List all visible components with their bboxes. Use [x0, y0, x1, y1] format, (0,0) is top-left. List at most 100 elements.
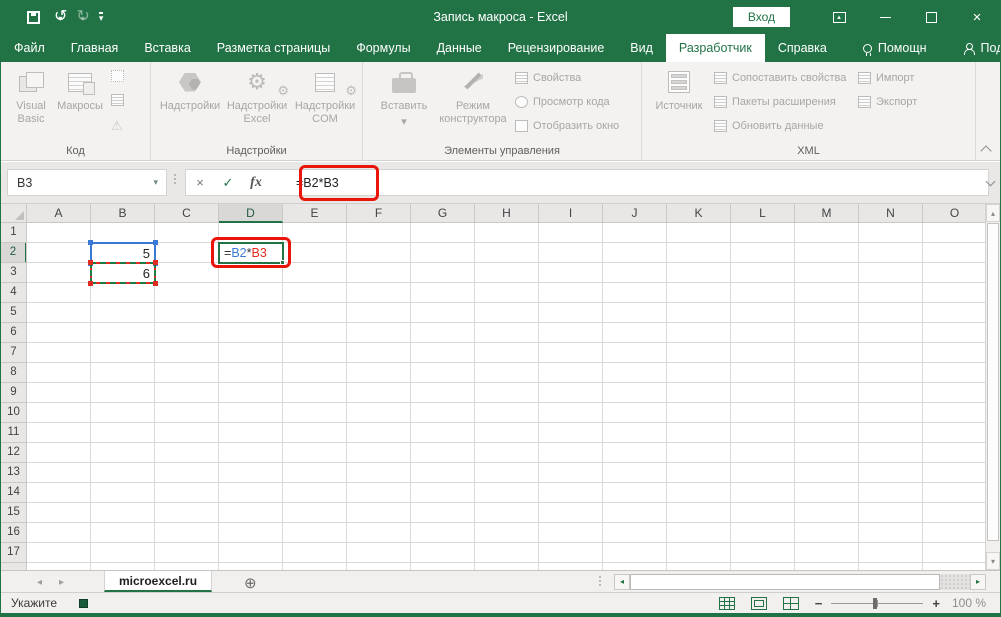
- row-header-16[interactable]: 16: [1, 523, 27, 543]
- next-sheet-icon[interactable]: ▸: [59, 571, 64, 593]
- tab-Вставка[interactable]: Вставка: [131, 34, 203, 62]
- name-box[interactable]: B3 ▾: [7, 169, 167, 196]
- addins-button[interactable]: Надстройки: [157, 67, 223, 113]
- column-header-B[interactable]: B: [91, 204, 155, 223]
- cell-b3-reference-outline[interactable]: 6: [90, 262, 156, 284]
- row-header-11[interactable]: 11: [1, 423, 27, 443]
- horizontal-scrollbar-track[interactable]: [940, 574, 970, 590]
- column-header-D[interactable]: D: [219, 204, 283, 223]
- page-break-view-icon[interactable]: [783, 597, 799, 610]
- customize-qat-icon[interactable]: ▾: [99, 12, 104, 22]
- zoom-slider[interactable]: [831, 603, 923, 604]
- visual-basic-button[interactable]: Visual Basic: [7, 67, 55, 126]
- column-header-G[interactable]: G: [411, 204, 475, 223]
- cancel-entry-icon[interactable]: ×: [186, 175, 214, 190]
- name-box-dropdown-icon[interactable]: ▾: [153, 177, 158, 188]
- row-header-14[interactable]: 14: [1, 483, 27, 503]
- insert-control-button[interactable]: Вставить ▾: [375, 67, 433, 129]
- row-header-1[interactable]: 1: [1, 223, 27, 243]
- column-header-F[interactable]: F: [347, 204, 411, 223]
- column-header-O[interactable]: O: [923, 204, 987, 223]
- export-button[interactable]: Экспорт: [858, 96, 917, 108]
- column-header-I[interactable]: I: [539, 204, 603, 223]
- excel-addins-button[interactable]: ⚙⚙ Надстройки Excel: [223, 67, 291, 126]
- ribbon-display-options-button[interactable]: ▴: [816, 0, 862, 34]
- vertical-scrollbar-thumb[interactable]: [987, 223, 999, 541]
- scroll-up-icon[interactable]: ▴: [986, 204, 1000, 222]
- minimize-button[interactable]: [862, 0, 908, 34]
- cells-area[interactable]: 5 6 =B2*B3: [27, 223, 987, 570]
- properties-button[interactable]: Свойства: [515, 72, 581, 84]
- tab-Поделиться[interactable]: Поделиться: [950, 34, 1001, 62]
- undo-button[interactable]: ↺▾: [54, 9, 62, 25]
- relative-references-button[interactable]: [111, 94, 124, 106]
- tab-Вид[interactable]: Вид: [617, 34, 666, 62]
- scroll-left-icon[interactable]: ◂: [614, 574, 630, 590]
- column-header-H[interactable]: H: [475, 204, 539, 223]
- zoom-out-icon[interactable]: −: [815, 596, 823, 611]
- confirm-entry-icon[interactable]: ✓: [214, 175, 242, 191]
- undo-dropdown-icon[interactable]: ▾: [58, 14, 62, 23]
- insert-function-icon[interactable]: fx: [242, 175, 270, 191]
- column-header-L[interactable]: L: [731, 204, 795, 223]
- tab-Данные[interactable]: Данные: [424, 34, 495, 62]
- row-header-17[interactable]: 17: [1, 543, 27, 563]
- view-code-button[interactable]: Просмотр кода: [515, 96, 610, 108]
- collapse-ribbon-icon[interactable]: [982, 144, 990, 152]
- row-header-5[interactable]: 5: [1, 303, 27, 323]
- zoom-in-icon[interactable]: +: [932, 596, 940, 611]
- column-header-A[interactable]: A: [27, 204, 91, 223]
- tab-Справка[interactable]: Справка: [765, 34, 840, 62]
- import-button[interactable]: Импорт: [858, 72, 914, 84]
- tab-Файл[interactable]: Файл: [1, 34, 58, 62]
- column-header-K[interactable]: K: [667, 204, 731, 223]
- vertical-scrollbar[interactable]: ▴ ▾: [985, 204, 1000, 570]
- com-addins-button[interactable]: ⚙ Надстройки COM: [291, 67, 359, 126]
- formula-input-area[interactable]: × ✓ fx =B2*B3: [185, 169, 989, 196]
- show-window-button[interactable]: Отобразить окно: [515, 120, 619, 132]
- horizontal-scrollbar[interactable]: ◂ ▸: [614, 574, 986, 590]
- row-header-3[interactable]: 3: [1, 263, 27, 283]
- row-header-6[interactable]: 6: [1, 323, 27, 343]
- column-header-M[interactable]: M: [795, 204, 859, 223]
- fill-handle[interactable]: [280, 260, 285, 265]
- row-header-2[interactable]: 2: [1, 243, 27, 263]
- tab-Главная[interactable]: Главная: [58, 34, 132, 62]
- zoom-slider-thumb[interactable]: [873, 598, 877, 609]
- row-header-10[interactable]: 10: [1, 403, 27, 423]
- expansion-packs-button[interactable]: Пакеты расширения: [714, 96, 836, 108]
- expand-formula-bar-icon[interactable]: [987, 178, 995, 186]
- tab-Разметка страницы[interactable]: Разметка страницы: [204, 34, 343, 62]
- column-header-C[interactable]: C: [155, 204, 219, 223]
- row-header-13[interactable]: 13: [1, 463, 27, 483]
- row-header-9[interactable]: 9: [1, 383, 27, 403]
- row-header-7[interactable]: 7: [1, 343, 27, 363]
- refresh-data-button[interactable]: Обновить данные: [714, 120, 824, 132]
- scroll-down-icon[interactable]: ▾: [986, 552, 1000, 570]
- tab-Помощн[interactable]: Помощн: [850, 34, 940, 62]
- select-all-corner[interactable]: [1, 204, 27, 223]
- page-layout-view-icon[interactable]: [751, 597, 767, 610]
- row-header-8[interactable]: 8: [1, 363, 27, 383]
- normal-view-icon[interactable]: [719, 597, 735, 610]
- stop-macro-recording-icon[interactable]: [79, 599, 88, 608]
- design-mode-button[interactable]: Режим конструктора: [435, 67, 511, 126]
- previous-sheet-icon[interactable]: ◂: [37, 571, 42, 593]
- close-button[interactable]: ×: [954, 0, 1000, 34]
- source-button[interactable]: Источник: [650, 67, 708, 113]
- record-macro-button[interactable]: [111, 70, 124, 82]
- sheet-tab-active[interactable]: microexcel.ru: [104, 571, 212, 592]
- macros-button[interactable]: Макросы: [55, 67, 105, 113]
- row-header-4[interactable]: 4: [1, 283, 27, 303]
- tab-scrollbar-splitter[interactable]: [598, 576, 602, 586]
- row-header-15[interactable]: 15: [1, 503, 27, 523]
- column-header-J[interactable]: J: [603, 204, 667, 223]
- tab-Формулы[interactable]: Формулы: [343, 34, 423, 62]
- sign-in-button[interactable]: Вход: [733, 7, 790, 27]
- cell-b2-reference-outline[interactable]: 5: [90, 242, 156, 264]
- macro-security-button[interactable]: ⚠: [111, 118, 123, 134]
- maximize-button[interactable]: [908, 0, 954, 34]
- cell-d2-active[interactable]: =B2*B3: [218, 242, 284, 264]
- tab-Разработчик[interactable]: Разработчик: [666, 34, 765, 62]
- row-header-12[interactable]: 12: [1, 443, 27, 463]
